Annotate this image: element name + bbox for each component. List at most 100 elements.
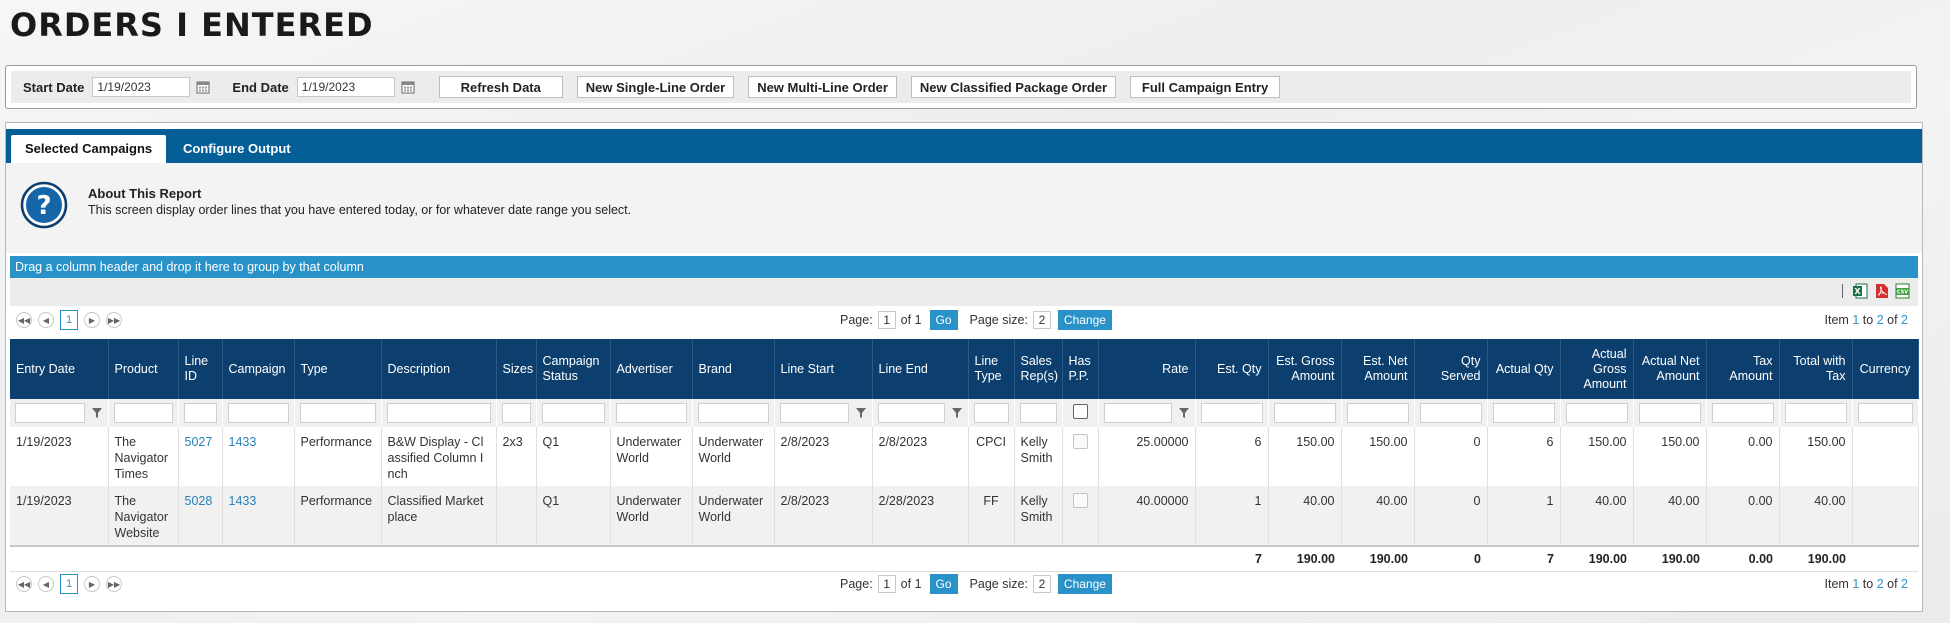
filter-input[interactable] [615,403,687,423]
table-row[interactable]: 1/19/2023 The Navigator Website 5028 143… [10,486,1919,546]
page-size-input[interactable]: 2 [1032,311,1051,329]
change-button[interactable]: Change [1057,574,1112,594]
filter-input[interactable] [1565,403,1628,423]
col-type[interactable]: Type [294,339,382,399]
line-id-link[interactable]: 5028 [185,494,213,508]
refresh-data-button[interactable]: Refresh Data [438,76,563,98]
col-campaign[interactable]: Campaign [222,339,295,399]
currency-cell [1852,486,1919,546]
page-size-input[interactable]: 2 [1032,575,1051,593]
col-brand[interactable]: Brand [692,339,775,399]
col-total-with-tax[interactable]: Total with Tax [1779,339,1853,399]
filter-input[interactable] [15,403,85,423]
col-tax-amount[interactable]: Tax Amount [1706,339,1780,399]
filter-input[interactable] [697,403,769,423]
excel-icon[interactable]: X [1853,283,1868,299]
filter-input[interactable] [1346,403,1409,423]
start-date-input[interactable] [92,77,191,97]
col-est-gross-amount[interactable]: Est. Gross Amount [1268,339,1342,399]
filter-checkbox[interactable] [1072,404,1088,419]
filter-input[interactable] [299,403,376,423]
page-input[interactable]: 1 [877,311,896,329]
col-line-end[interactable]: Line End [872,339,969,399]
filter-input[interactable] [1638,403,1701,423]
col-est-net-amount[interactable]: Est. Net Amount [1341,339,1415,399]
col-est-qty[interactable]: Est. Qty [1195,339,1269,399]
csv-icon[interactable]: CSV [1895,283,1910,299]
col-sales-reps[interactable]: Sales Rep(s) [1014,339,1063,399]
group-drop-zone[interactable]: Drag a column header and drop it here to… [10,256,1918,278]
filter-input[interactable] [1019,403,1057,423]
filter-icon[interactable] [1178,407,1190,419]
col-has-pp[interactable]: Has P.P. [1062,339,1099,399]
new-multi-line-order-button[interactable]: New Multi-Line Order [748,76,897,98]
filter-input[interactable] [1784,403,1847,423]
col-product[interactable]: Product [108,339,179,399]
col-description[interactable]: Description [381,339,497,399]
col-actual-net-amount[interactable]: Actual Net Amount [1633,339,1707,399]
col-line-type[interactable]: Line Type [968,339,1015,399]
filter-input[interactable] [386,403,491,423]
filter-icon[interactable] [91,407,103,419]
filter-input[interactable] [183,403,217,423]
page-title: ORDERS I ENTERED [10,6,374,44]
col-advertiser[interactable]: Advertiser [610,339,693,399]
filter-icon[interactable] [951,407,963,419]
go-button[interactable]: Go [929,574,958,594]
page-number-button[interactable]: 1 [60,574,78,594]
col-line-id[interactable]: Line ID [178,339,223,399]
tab-configure-output[interactable]: Configure Output [169,135,305,163]
col-campaign-status[interactable]: Campaign Status [536,339,611,399]
campaign-link[interactable]: 1433 [229,435,257,449]
end-date-label: End Date [232,79,289,95]
last-page-button[interactable]: ▶▶ [106,312,122,328]
prev-page-button[interactable]: ◀ [38,576,54,592]
col-rate[interactable]: Rate [1098,339,1196,399]
col-qty-served[interactable]: Qty Served [1414,339,1488,399]
col-currency[interactable]: Currency [1852,339,1919,399]
first-page-button[interactable]: ◀◀ [16,576,32,592]
col-sizes[interactable]: Sizes [496,339,537,399]
filter-row [10,399,1919,427]
filter-input[interactable] [1419,403,1482,423]
page-input[interactable]: 1 [877,575,896,593]
end-date-input[interactable] [296,77,395,97]
filter-input[interactable] [541,403,605,423]
filter-input[interactable] [1492,403,1555,423]
page-number-button[interactable]: 1 [60,310,78,330]
campaign-link[interactable]: 1433 [229,494,257,508]
prev-page-button[interactable]: ◀ [38,312,54,328]
line-id-link[interactable]: 5027 [185,435,213,449]
next-page-button[interactable]: ▶ [84,312,100,328]
filter-input[interactable] [973,403,1009,423]
filter-icon[interactable] [855,407,867,419]
filter-input[interactable] [1857,403,1913,423]
calendar-icon[interactable] [196,80,210,94]
pdf-icon[interactable] [1874,283,1889,299]
table-row[interactable]: 1/19/2023 The Navigator Times 5027 1433 … [10,427,1919,486]
calendar-icon[interactable] [401,80,415,94]
filter-input[interactable] [501,403,531,423]
col-actual-gross-amount[interactable]: Actual Gross Amount [1560,339,1634,399]
first-page-button[interactable]: ◀◀ [16,312,32,328]
last-page-button[interactable]: ▶▶ [106,576,122,592]
tab-selected-campaigns[interactable]: Selected Campaigns [11,135,167,163]
full-campaign-entry-button[interactable]: Full Campaign Entry [1130,76,1281,98]
new-classified-package-order-button[interactable]: New Classified Package Order [910,76,1117,98]
filter-input[interactable] [779,403,849,423]
col-actual-qty[interactable]: Actual Qty [1487,339,1561,399]
filter-input[interactable] [1200,403,1263,423]
filter-input[interactable] [227,403,289,423]
tax-cell: 0.00 [1706,427,1780,486]
col-line-start[interactable]: Line Start [774,339,873,399]
filter-input[interactable] [877,403,945,423]
filter-input[interactable] [1103,403,1172,423]
next-page-button[interactable]: ▶ [84,576,100,592]
filter-input[interactable] [1711,403,1774,423]
new-single-line-order-button[interactable]: New Single-Line Order [576,76,735,98]
change-button[interactable]: Change [1057,310,1112,330]
filter-input[interactable] [1273,403,1336,423]
go-button[interactable]: Go [929,310,958,330]
filter-input[interactable] [113,403,173,423]
col-entry-date[interactable]: Entry Date [10,339,109,399]
